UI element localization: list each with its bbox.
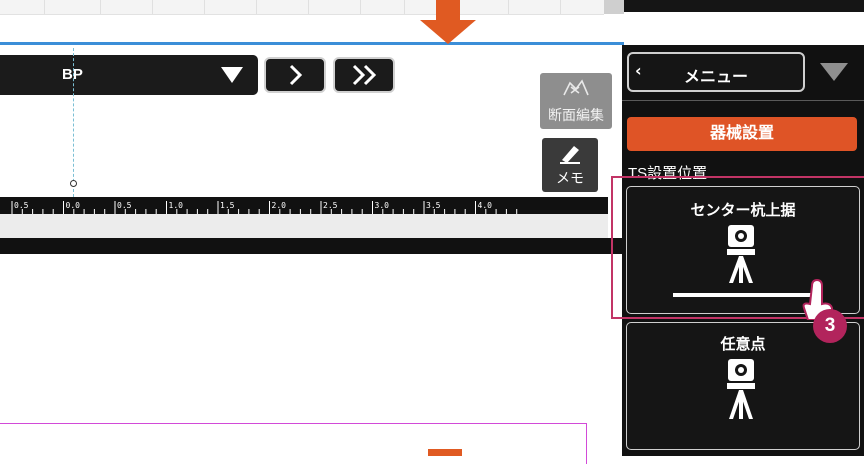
memo-label: メモ xyxy=(556,170,584,186)
menu-dropdown-icon[interactable] xyxy=(816,60,852,84)
menu-title: メニュー xyxy=(683,69,748,86)
dropdown-triangle-icon[interactable] xyxy=(220,66,244,84)
ruler-tick-label: 3.0 xyxy=(375,201,390,210)
total-station-icon xyxy=(727,359,755,419)
distance-ruler: 0.5 0.0 0.5 1.0 1.5 2.0 2.5 3.0 3.5 4.0 xyxy=(0,197,608,214)
ruler-tick-label: 4.0 xyxy=(478,201,493,210)
ruler-tick-label: 1.5 xyxy=(220,201,235,210)
section-edit-label: 断面編集 xyxy=(548,107,604,123)
ruler-tick-label: 2.5 xyxy=(323,201,338,210)
ruler-tick-label: 0.5 xyxy=(117,201,132,210)
instrument-setup-tab[interactable]: 器械設置 xyxy=(627,117,857,151)
panel-divider xyxy=(622,100,864,101)
next-station-button[interactable] xyxy=(264,57,326,93)
ruler-tick-label: 3.5 xyxy=(426,201,441,210)
selection-line xyxy=(0,42,624,45)
profile-band xyxy=(0,214,608,238)
memo-button[interactable]: メモ xyxy=(542,138,598,192)
step-number-badge: 3 xyxy=(813,309,847,343)
center-point-marker xyxy=(70,180,77,187)
orange-marker xyxy=(428,449,462,456)
top-gap xyxy=(604,0,624,14)
top-strip xyxy=(0,0,604,15)
ruler-tick-label: 0.0 xyxy=(66,201,81,210)
section-edit-button[interactable]: 断面編集 xyxy=(540,73,612,129)
down-arrow-callout-icon xyxy=(420,0,476,44)
center-guide-line xyxy=(73,48,74,197)
ruler-tick-label: 2.0 xyxy=(272,201,287,210)
ruler-tick-label: 1.0 xyxy=(169,201,184,210)
ruler-tick-label: 0.5 xyxy=(14,201,29,210)
profile-band-dark xyxy=(0,238,622,254)
plan-frame xyxy=(0,423,587,464)
double-chevron-right-icon xyxy=(352,64,377,86)
section-edit-icon xyxy=(563,79,589,96)
fast-forward-button[interactable] xyxy=(333,57,395,93)
chevron-right-icon xyxy=(289,64,303,86)
menu-back-button[interactable]: ‹ メニュー xyxy=(627,52,805,92)
pen-icon xyxy=(560,146,580,164)
top-dark-bar xyxy=(624,0,864,12)
